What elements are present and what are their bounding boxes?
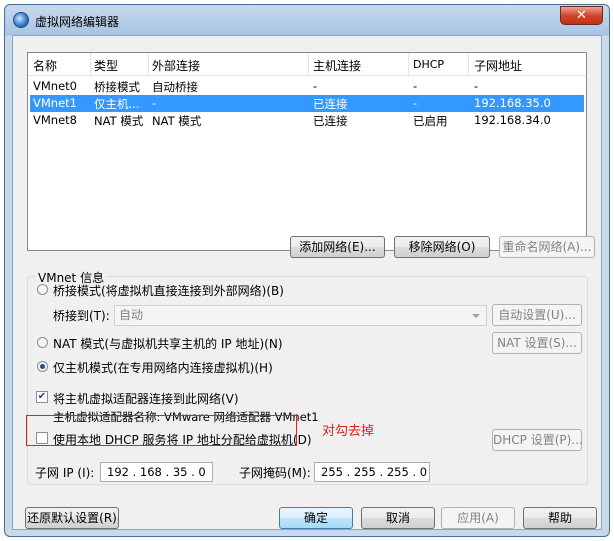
bridge-to-value: 自动 (119, 308, 144, 322)
subnet-mask-field[interactable]: 255 . 255 . 255 . 0 (314, 462, 430, 482)
col-dhcp[interactable]: DHCP (413, 58, 444, 71)
col-name[interactable]: 名称 (33, 57, 57, 74)
bridged-label[interactable]: 桥接模式(将虚拟机直接连接到外部网络)(B) (53, 282, 284, 299)
connect-adapter-checkbox[interactable]: ✔ (36, 391, 48, 403)
ok-button[interactable]: 确定 (279, 507, 353, 529)
network-list[interactable]: 名称 类型 外部连接 主机连接 DHCP 子网地址 VMnet0 桥接模式 自动… (27, 52, 587, 251)
col-host[interactable]: 主机连接 (313, 57, 361, 74)
remove-network-button[interactable]: 移除网络(O) (394, 236, 490, 258)
nat-label[interactable]: NAT 模式(与虚拟机共享主机的 IP 地址)(N) (53, 335, 283, 352)
table-row-selected[interactable]: VMnet1 仅主机... - 已连接 - 192.168.35.0 (30, 95, 584, 112)
col-type[interactable]: 类型 (94, 57, 118, 74)
close-button[interactable]: ✕ (560, 6, 603, 25)
help-button[interactable]: 帮助 (523, 507, 597, 529)
col-external[interactable]: 外部连接 (152, 57, 200, 74)
add-network-button[interactable]: 添加网络(E)... (290, 236, 385, 258)
chevron-down-icon (472, 314, 480, 318)
rename-network-button[interactable]: 重命名网络(A)... (499, 236, 595, 258)
subnet-mask-label: 子网掩码(M): (239, 466, 311, 480)
title-bar[interactable]: 虚拟网络编辑器 ✕ (5, 5, 609, 35)
hostonly-radio[interactable] (37, 361, 48, 372)
bridged-radio[interactable] (37, 284, 48, 295)
nat-radio[interactable] (37, 337, 48, 348)
restore-defaults-button[interactable]: 还原默认设置(R) (25, 507, 119, 529)
nat-settings-button[interactable]: NAT 设置(S)... (492, 332, 582, 354)
list-header: 名称 类型 外部连接 主机连接 DHCP 子网地址 (28, 53, 586, 76)
annotation-text: 对勾去掉 (322, 424, 375, 439)
apply-button[interactable]: 应用(A) (441, 507, 515, 529)
table-row[interactable]: VMnet8 NAT 模式 NAT 模式 已连接 已启用 192.168.34.… (30, 112, 584, 129)
hostonly-label[interactable]: 仅主机模式(在专用网络内连接虚拟机)(H) (53, 359, 273, 376)
annotation-box (26, 415, 297, 446)
dhcp-settings-button[interactable]: DHCP 设置(P)... (492, 429, 583, 451)
bridge-to-select[interactable]: 自动 (114, 305, 487, 326)
window-title: 虚拟网络编辑器 (35, 15, 120, 29)
bridge-to-label: 桥接到(T): (53, 309, 110, 323)
cancel-button[interactable]: 取消 (361, 507, 435, 529)
subnet-ip-field[interactable]: 192 . 168 . 35 . 0 (100, 462, 213, 482)
subnet-ip-label: 子网 IP (I): (35, 466, 95, 480)
network-globe-icon (13, 12, 29, 28)
auto-settings-button[interactable]: 自动设置(U)... (492, 304, 582, 326)
col-subnet[interactable]: 子网地址 (474, 57, 522, 74)
dialog-body: 名称 类型 外部连接 主机连接 DHCP 子网地址 VMnet0 桥接模式 自动… (12, 35, 602, 530)
table-row[interactable]: VMnet0 桥接模式 自动桥接 - - - (30, 78, 584, 95)
dialog-window: 虚拟网络编辑器 ✕ 名称 类型 外部连接 主机连接 DHCP 子网地址 VMne… (4, 4, 610, 537)
connect-adapter-label[interactable]: 将主机虚拟适配器连接到此网络(V) (53, 390, 239, 407)
